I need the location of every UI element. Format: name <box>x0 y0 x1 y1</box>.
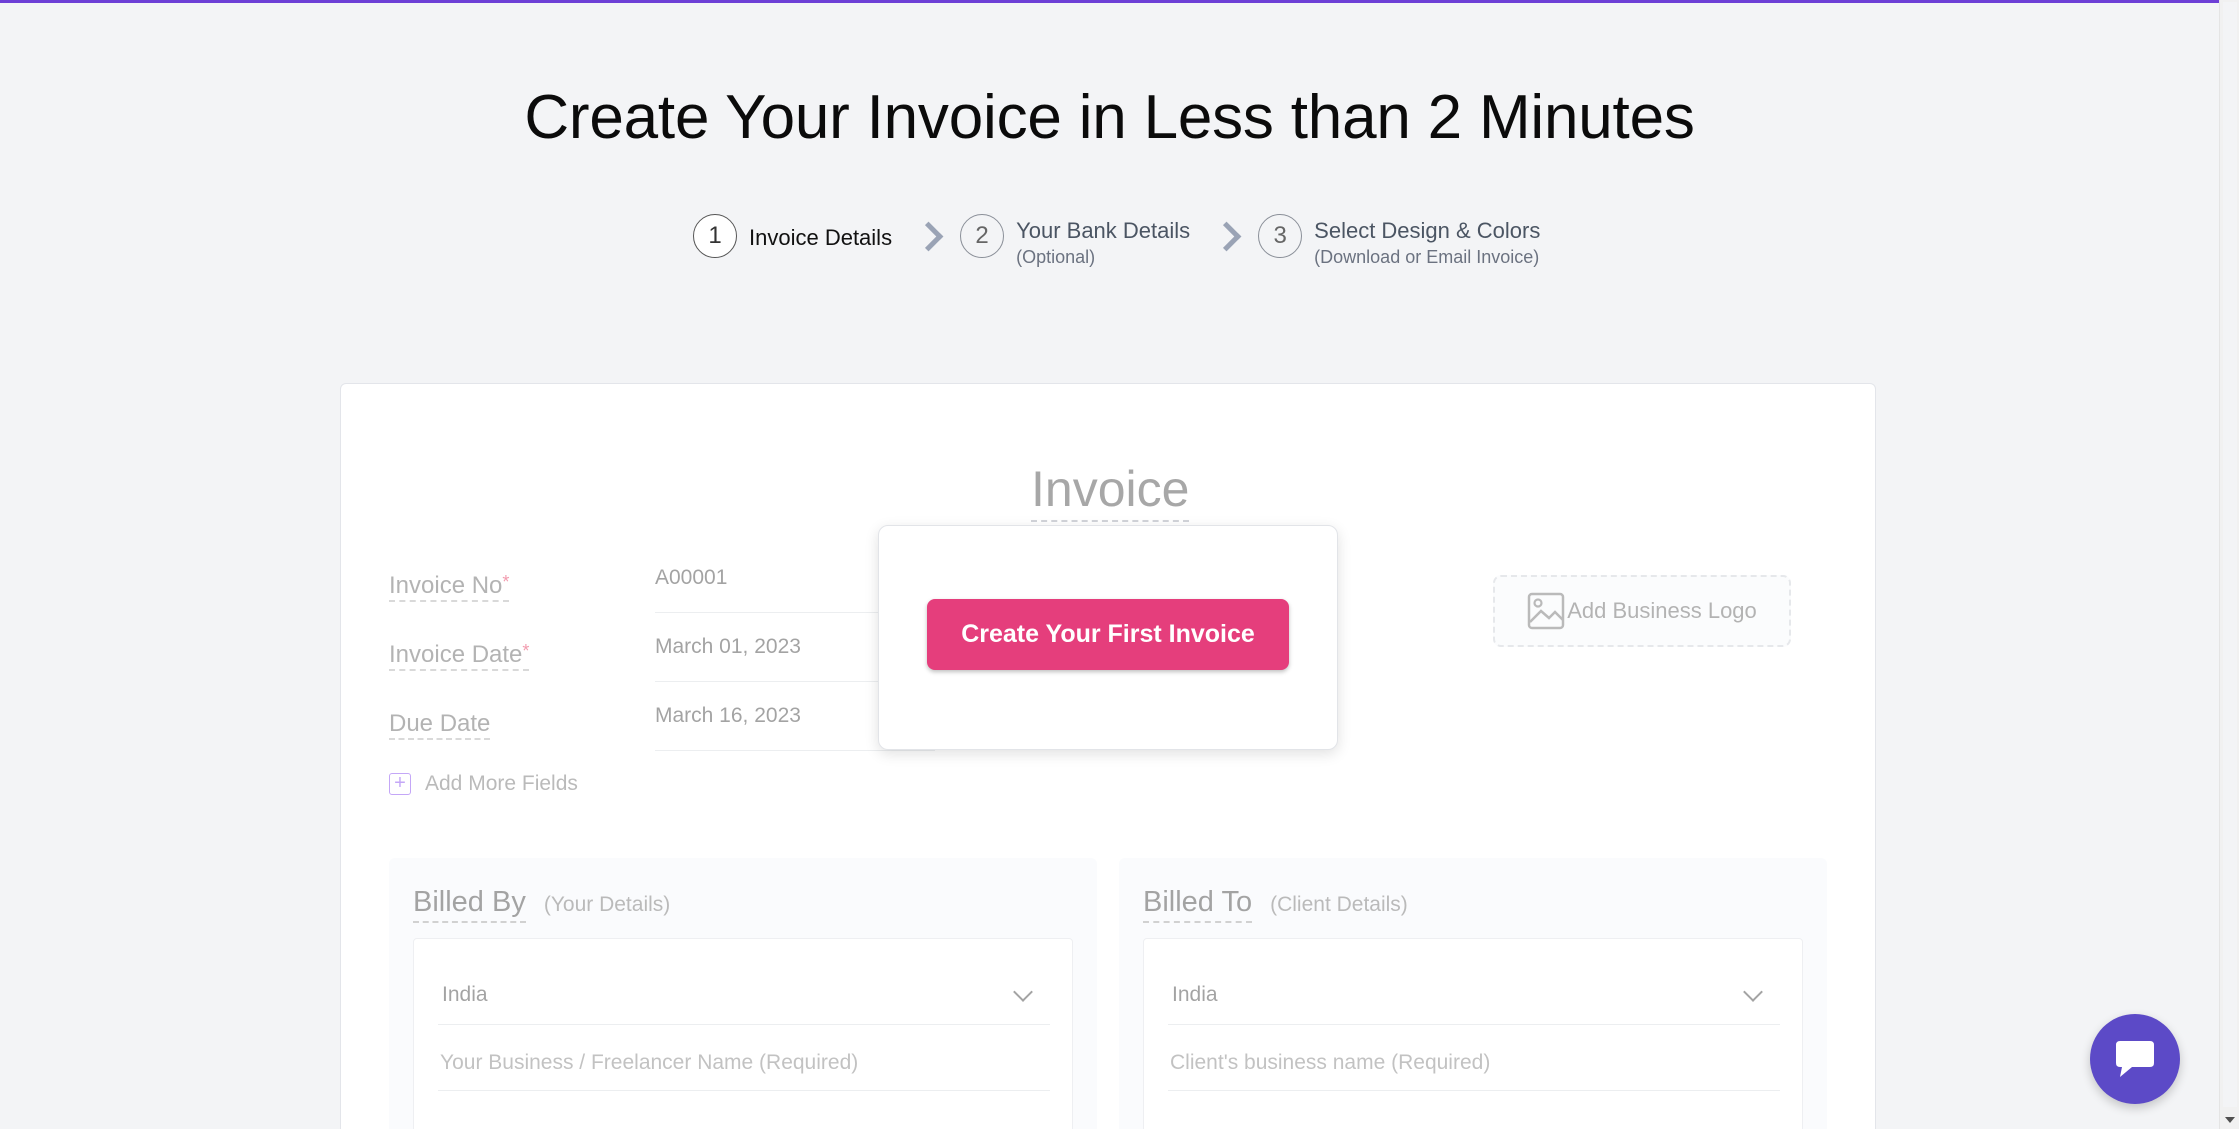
add-business-logo-button[interactable]: Add Business Logo <box>1493 575 1791 647</box>
step-label: Invoice Details <box>749 225 893 250</box>
invoice-card: Invoice Invoice No* A00001 Invoice Date*… <box>340 383 1876 1129</box>
add-more-fields-label: Add More Fields <box>425 772 578 795</box>
page-scrollbar[interactable] <box>2219 0 2239 1129</box>
country-value: India <box>442 983 488 1006</box>
create-first-invoice-button[interactable]: Create Your First Invoice <box>927 599 1289 670</box>
chevron-down-icon <box>1013 982 1033 1002</box>
page-title: Create Your Invoice in Less than 2 Minut… <box>524 83 1695 152</box>
billed-to-name-input[interactable]: Client's business name (Required) <box>1168 1041 1780 1091</box>
invoice-no-row: Invoice No* A00001 <box>389 566 949 622</box>
scroll-down-arrow-icon[interactable] <box>2225 1117 2235 1123</box>
chat-button[interactable] <box>2090 1014 2180 1104</box>
field-label-text: Invoice No <box>389 572 503 599</box>
step-design-colors[interactable]: 3 Select Design & Colors (Download or Em… <box>1258 214 1540 270</box>
invoice-date-row: Invoice Date* March 01, 2023 <box>389 635 949 691</box>
plus-icon: + <box>389 773 411 795</box>
billed-by-country-select[interactable]: India <box>438 969 1050 1025</box>
billed-to-title[interactable]: Billed To <box>1143 886 1253 923</box>
billed-by-title[interactable]: Billed By <box>413 886 526 923</box>
billed-to-section: Billed To (Client Details) India Client'… <box>1119 858 1827 1129</box>
step-number: 1 <box>693 214 737 258</box>
billed-by-name-input[interactable]: Your Business / Freelancer Name (Require… <box>438 1041 1050 1091</box>
chevron-down-icon <box>1743 982 1763 1002</box>
billed-by-form: India Your Business / Freelancer Name (R… <box>413 938 1073 1129</box>
add-more-fields-button[interactable]: + Add More Fields <box>389 772 578 796</box>
due-date-row: Due Date March 16, 2023 <box>389 704 949 760</box>
billed-to-subtitle: (Client Details) <box>1270 893 1408 916</box>
step-number: 3 <box>1258 214 1303 258</box>
billed-to-form: India Client's business name (Required) <box>1143 938 1803 1129</box>
step-number: 2 <box>960 214 1005 258</box>
step-bank-details[interactable]: 2 Your Bank Details (Optional) <box>960 214 1190 270</box>
billed-by-subtitle: (Your Details) <box>543 893 671 916</box>
create-invoice-popup: Create Your First Invoice <box>878 525 1338 750</box>
step-sublabel: (Download or Email Invoice) <box>1314 247 1540 267</box>
chevron-right-icon <box>1216 220 1234 252</box>
billed-by-section: Billed By (Your Details) India Your Busi… <box>389 858 1097 1129</box>
step-invoice-details[interactable]: 1 Invoice Details <box>693 214 892 258</box>
step-label: Your Bank Details <box>1016 218 1191 243</box>
invoice-no-label[interactable]: Invoice No* <box>389 572 510 602</box>
step-sublabel: (Optional) <box>1016 247 1096 267</box>
required-marker: * <box>502 572 510 592</box>
step-label: Select Design & Colors <box>1314 218 1541 243</box>
stepper: 1 Invoice Details 2 Your Bank Details (O… <box>693 214 1540 274</box>
image-icon <box>1527 592 1565 630</box>
top-accent-bar <box>0 0 2219 3</box>
add-business-logo-label: Add Business Logo <box>1567 598 1757 623</box>
country-value: India <box>1172 983 1218 1006</box>
invoice-date-label[interactable]: Invoice Date* <box>389 641 530 671</box>
required-marker: * <box>522 641 530 661</box>
chat-icon <box>2116 1041 2154 1077</box>
field-label-text: Invoice Date <box>389 641 523 668</box>
field-label-text: Due Date <box>389 710 491 737</box>
scrollbar-thumb[interactable] <box>2223 2 2237 1107</box>
due-date-label[interactable]: Due Date <box>389 710 491 740</box>
billed-to-country-select[interactable]: India <box>1168 969 1780 1025</box>
invoice-heading[interactable]: Invoice <box>1031 460 1190 522</box>
chevron-right-icon <box>918 220 936 252</box>
